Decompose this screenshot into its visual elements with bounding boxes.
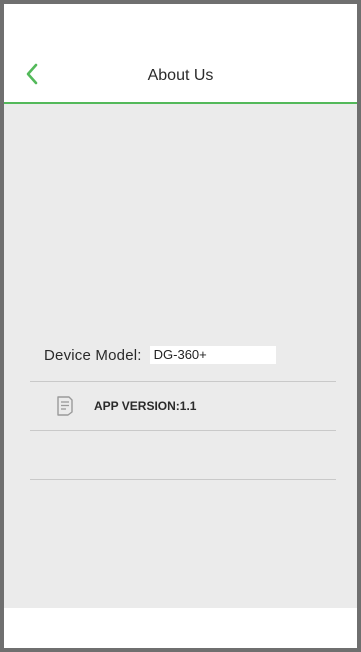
app-version-row: APP VERSION:1.1: [54, 393, 196, 419]
navigation-bar: About Us: [4, 46, 357, 104]
status-bar: [4, 4, 357, 46]
app-version-text: APP VERSION:1.1: [94, 399, 197, 413]
divider: [30, 381, 336, 382]
bottom-bar: [4, 608, 357, 648]
document-icon: [54, 394, 76, 418]
about-content: Device Model: DG-360+ APP VERSION:1.1: [4, 104, 357, 608]
device-model-label: Device Model:: [44, 346, 142, 364]
device-model-row: Device Model: DG-360+: [44, 344, 276, 366]
divider: [30, 479, 336, 480]
device-model-value: DG-360+: [149, 346, 276, 364]
divider: [30, 430, 336, 431]
page-title: About Us: [147, 67, 214, 84]
phone-frame: About Us Device Model: DG-360+ APP VERSI…: [0, 0, 361, 652]
